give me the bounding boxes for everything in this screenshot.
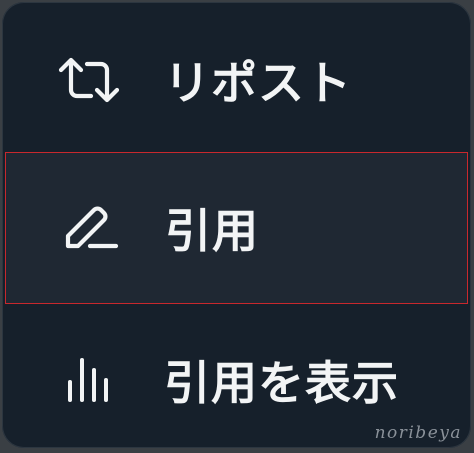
menu-item-quote[interactable]: 引用 [5,152,468,304]
repost-label: リポスト [164,56,352,110]
bar-chart-icon [57,352,121,408]
edit-pencil-icon [58,200,122,256]
quote-label: 引用 [165,204,259,258]
share-menu: リポスト 引用 引用を表示 [2,2,471,448]
watermark: noribeya [374,423,462,443]
menu-item-repost[interactable]: リポスト [2,10,471,150]
repost-icon [57,52,121,108]
view-quotes-label: 引用を表示 [164,356,399,410]
